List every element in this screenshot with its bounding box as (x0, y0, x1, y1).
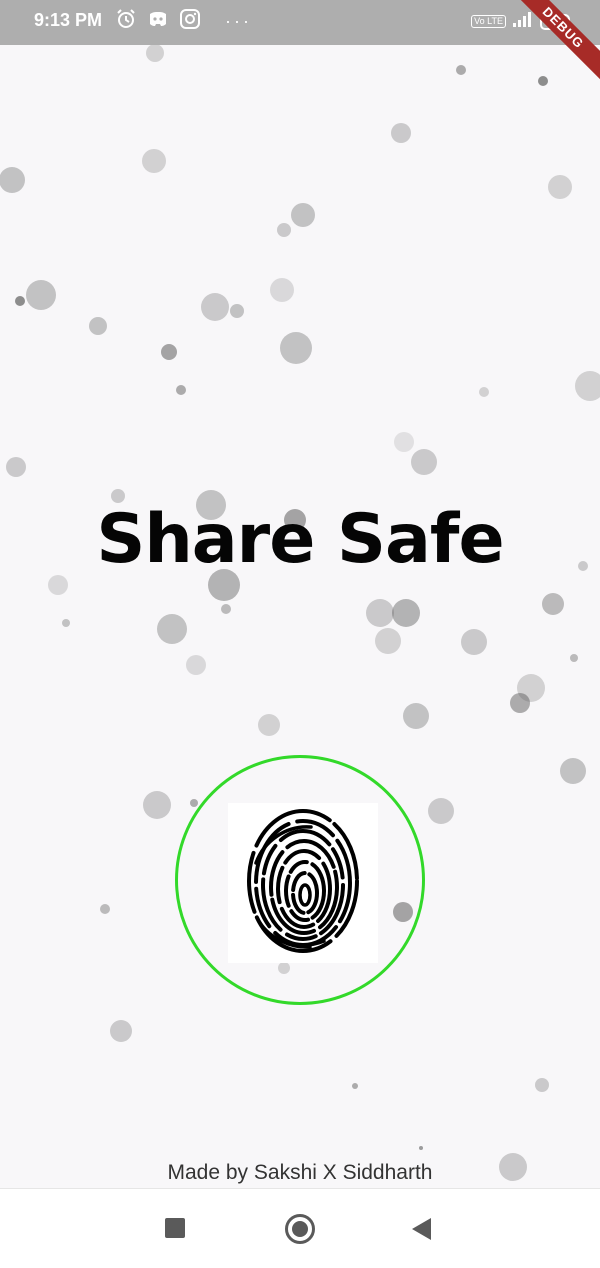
bubble-decoration (375, 628, 401, 654)
bubble-decoration (270, 278, 294, 302)
home-button[interactable] (265, 1189, 335, 1268)
bubble-decoration (403, 703, 429, 729)
more-notifications-icon: ··· (225, 10, 252, 31)
bubble-decoration (143, 791, 171, 819)
bubble-decoration (456, 65, 466, 75)
back-button[interactable] (386, 1189, 456, 1268)
status-bar: 9:13 PM ··· Vo LTE 100 (0, 0, 600, 45)
status-time: 9:13 PM (34, 10, 103, 30)
bubble-decoration (428, 798, 454, 824)
bubble-decoration (15, 296, 25, 306)
bubble-decoration (538, 76, 548, 86)
bubble-decoration (291, 203, 315, 227)
bubble-decoration (258, 714, 280, 736)
bubble-decoration (366, 599, 394, 627)
bubble-decoration (26, 280, 56, 310)
credits-text: Made by Sakshi X Siddharth (167, 1161, 433, 1184)
navigation-bar (0, 1188, 600, 1268)
app-title: Share Safe (96, 500, 504, 579)
bubble-decoration (510, 693, 530, 713)
bubble-decoration (352, 1083, 358, 1089)
bubble-decoration (110, 1020, 132, 1042)
bubble-decoration (419, 1146, 423, 1150)
bubble-decoration (146, 45, 164, 62)
status-left-icons: ··· (115, 8, 252, 34)
bubble-decoration (62, 619, 70, 627)
bubble-decoration (0, 167, 25, 193)
square-icon (165, 1218, 185, 1238)
bubble-decoration (230, 304, 244, 318)
bubble-decoration (548, 175, 572, 199)
bubble-decoration (575, 371, 600, 401)
bubble-decoration (392, 599, 420, 627)
bubble-decoration (161, 344, 177, 360)
back-triangle-icon (412, 1218, 431, 1240)
signal-icon (512, 10, 534, 33)
bubble-decoration (277, 223, 291, 237)
alarm-icon (115, 8, 137, 35)
discord-icon (147, 8, 169, 35)
fingerprint-icon (247, 809, 359, 953)
bubble-decoration (176, 385, 186, 395)
bubble-decoration (479, 387, 489, 397)
bubble-decoration (142, 149, 166, 173)
bubble-decoration (6, 457, 26, 477)
floating-bubbles-background (0, 45, 600, 1181)
bubble-decoration (542, 593, 564, 615)
bubble-decoration (394, 432, 414, 452)
bubble-decoration (280, 332, 312, 364)
bubble-decoration (570, 654, 578, 662)
bubble-decoration (560, 758, 586, 784)
home-circle-icon (285, 1214, 315, 1244)
bubble-decoration (190, 799, 198, 807)
bubble-decoration (186, 655, 206, 675)
fingerprint-auth-button[interactable] (175, 755, 425, 1005)
bubble-decoration (535, 1078, 549, 1092)
bubble-decoration (411, 449, 437, 475)
bubble-decoration (221, 604, 231, 614)
recents-button[interactable] (140, 1189, 210, 1268)
bubble-decoration (157, 614, 187, 644)
bubble-decoration (89, 317, 107, 335)
bubble-decoration (201, 293, 229, 321)
bubble-decoration (100, 904, 110, 914)
volte-badge: Vo LTE (471, 15, 506, 28)
fingerprint-panel (228, 803, 378, 963)
bubble-decoration (391, 123, 411, 143)
bubble-decoration (461, 629, 487, 655)
instagram-icon (179, 8, 201, 35)
